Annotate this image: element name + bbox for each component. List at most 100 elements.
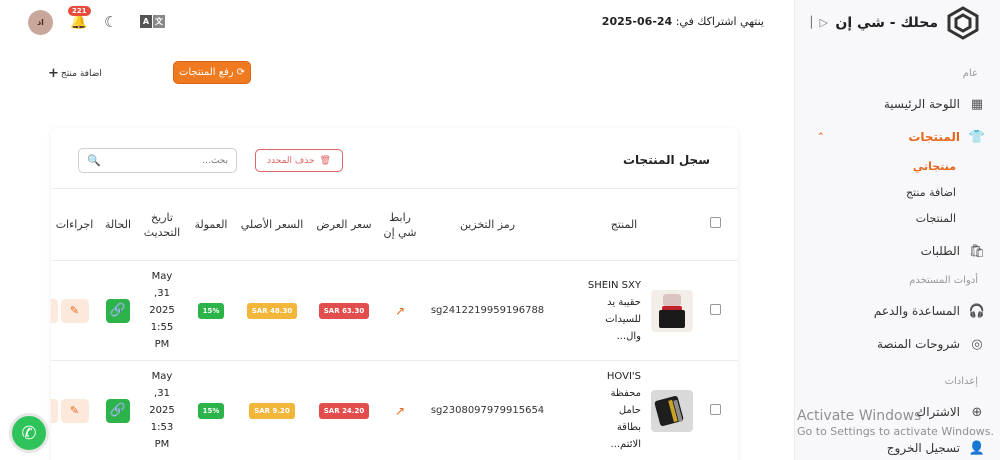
add-product-label: اضافة منتج <box>60 68 102 79</box>
commission-cell: 15% <box>186 360 236 460</box>
products-table: المنتج رمز التخزين رابط شي إن سعر العرض … <box>51 188 738 460</box>
subscription-expiry: ينتهي اشتراكك في: 24-06-2025 <box>602 15 764 28</box>
sidebar-item-subscription[interactable]: ⊕ الاشتراك <box>809 400 986 424</box>
sidebar-subitem-add-product[interactable]: اضافة منتج <box>906 186 956 199</box>
trash-icon: 🗑 <box>319 155 331 166</box>
sidebar-item-logout[interactable]: 👤 تسجيل الخروج <box>809 436 986 460</box>
search-input[interactable]: بحث... 🔍 <box>78 148 237 173</box>
translate-icon[interactable]: A 文 <box>140 15 165 28</box>
row-checkbox[interactable] <box>710 303 721 315</box>
search-icon: 🔍 <box>87 154 101 167</box>
product-cell: HOVI'S محفظة حامل بطاقة الائتم... <box>555 360 693 460</box>
actions-cell: ✎ <box>51 360 98 460</box>
select-all-cell <box>693 188 738 261</box>
table-row: HOVI'S محفظة حامل بطاقة الائتم... sg2308… <box>51 360 738 460</box>
subscription-label: ينتهي اشتراكك في: <box>675 15 764 28</box>
external-link-icon[interactable]: ↗ <box>395 404 405 418</box>
actions-cell: ✎ <box>51 260 98 361</box>
headset-icon: 🎧 <box>968 303 986 319</box>
original-price-cell: 48.30 SAR <box>236 260 308 361</box>
product-image[interactable] <box>651 289 693 332</box>
bell-icon[interactable]: 🔔 <box>70 14 88 32</box>
link-cell: ↗ <box>380 360 420 460</box>
table-row: SHEIN SXY حقيبة يد للسيدات وال... sg2412… <box>51 260 738 361</box>
add-product-button[interactable]: اضافة منتج + <box>48 66 102 81</box>
sidebar-item-terms[interactable]: ◎ شروحات المنصة <box>809 332 986 356</box>
product-name[interactable]: HOVI'S محفظة حامل بطاقة الائتم... <box>607 368 645 453</box>
updated-date: May 31, 2025 1:55 PM <box>149 271 175 350</box>
plus-icon: + <box>48 66 59 81</box>
delete-selected-label: حذف المحدد <box>267 155 315 166</box>
moon-icon[interactable]: ☾ <box>104 13 117 31</box>
edit-icon[interactable]: ✎ <box>60 298 89 323</box>
link-cell: ↗ <box>380 260 420 361</box>
header-product: المنتج <box>555 188 693 261</box>
lifebuoy-icon: ◎ <box>971 336 983 352</box>
collapse-sidebar-icon[interactable]: ▷▏ <box>811 16 828 29</box>
product-cell: SHEIN SXY حقيبة يد للسيدات وال... <box>555 260 693 361</box>
updated-cell: May 31, 2025 1:55 PM <box>138 260 186 361</box>
delete-selected-button[interactable]: 🗑 حذف المحدد <box>255 149 343 172</box>
header-offer-price: سعر العرض <box>308 188 380 261</box>
delete-row-button[interactable] <box>51 299 58 323</box>
sidebar: محلك - شي إن ▷▏ عام ▦ اللوحة الرئيسية 👕 … <box>794 0 1000 460</box>
commission-cell: 15% <box>186 260 236 361</box>
original-price-badge: 48.30 SAR <box>246 302 298 319</box>
product-name[interactable]: SHEIN SXY حقيبة يد للسيدات وال... <box>588 277 645 345</box>
sidebar-item-label: تسجيل الخروج <box>886 441 960 455</box>
header-status: الحالة <box>98 188 138 261</box>
upload-products-button[interactable]: ⟳ رفع المنتجات <box>173 61 251 84</box>
grid-icon: ▦ <box>970 96 984 112</box>
edit-icon[interactable]: ✎ <box>60 398 89 423</box>
sidebar-item-label: شروحات المنصة <box>876 337 960 351</box>
upload-products-label: رفع المنتجات <box>178 67 234 78</box>
external-link-icon[interactable]: ↗ <box>395 304 405 318</box>
avatar[interactable]: اد <box>28 10 53 35</box>
link-icon[interactable]: 🔗 <box>106 398 130 423</box>
select-all-checkbox[interactable] <box>710 217 721 228</box>
logo-icon <box>947 6 979 40</box>
commission-badge: 15% <box>197 302 225 319</box>
sidebar-item-label: الطلبات <box>920 244 960 258</box>
section-general: عام <box>962 68 978 79</box>
refresh-icon: ⟳ <box>236 67 246 78</box>
sidebar-item-orders[interactable]: 🛍 الطلبات <box>809 239 986 263</box>
sidebar-item-products[interactable]: 👕 المنتجات ⌃ <box>809 125 986 149</box>
products-card: سجل المنتجات 🗑 حذف المحدد بحث... 🔍 المنت… <box>51 128 738 460</box>
lang-a: A <box>140 15 152 28</box>
sidebar-item-label: المنتجات <box>908 130 960 144</box>
sidebar-item-help[interactable]: 🎧 المساعدة والدعم <box>809 299 986 323</box>
notification-badge: 221 <box>68 6 91 16</box>
sidebar-item-label: الاشتراك <box>916 405 960 419</box>
sidebar-subitem-my-products[interactable]: منتجاتي <box>913 160 956 173</box>
table-header-row: المنتج رمز التخزين رابط شي إن سعر العرض … <box>51 188 738 261</box>
sidebar-item-label: اللوحة الرئيسية <box>883 97 960 111</box>
row-checkbox[interactable] <box>710 403 721 415</box>
shirt-icon: 👕 <box>968 129 986 145</box>
whatsapp-icon[interactable]: ✆ <box>9 413 49 453</box>
commission-badge: 15% <box>197 402 225 419</box>
sidebar-subitem-products[interactable]: المنتجات <box>916 212 956 225</box>
header-updated: تاريخ التحديث <box>138 188 186 261</box>
sku-cell: sg2308097979915654 <box>420 360 555 460</box>
chevron-up-icon: ⌃ <box>817 132 825 142</box>
sku-cell: sg2412219959196788 <box>420 260 555 361</box>
offer-price-badge: 24.20 SAR <box>318 402 370 419</box>
sidebar-item-dashboard[interactable]: ▦ اللوحة الرئيسية <box>809 92 986 116</box>
original-price-badge: 9.20 SAR <box>249 402 295 419</box>
sidebar-item-label: المساعدة والدعم <box>873 304 960 318</box>
delete-row-button[interactable] <box>51 399 58 423</box>
status-cell: 🔗 <box>98 260 138 361</box>
link-icon[interactable]: 🔗 <box>106 298 130 323</box>
subscription-date: 24-06-2025 <box>601 15 673 28</box>
product-image[interactable] <box>651 389 693 432</box>
original-price-cell: 9.20 SAR <box>236 360 308 460</box>
brand[interactable]: محلك - شي إن <box>835 6 980 40</box>
updated-cell: May 31, 2025 1:53 PM <box>138 360 186 460</box>
section-user-tools: أدوات المستخدم <box>909 275 978 286</box>
bag-icon: 🛍 <box>968 243 986 259</box>
header-sku: رمز التخزين <box>420 188 555 261</box>
topbar-icons: اد 🔔 221 ☾ A 文 <box>28 6 178 36</box>
row-select-cell <box>693 260 738 361</box>
section-settings: إعدادات <box>944 376 978 387</box>
